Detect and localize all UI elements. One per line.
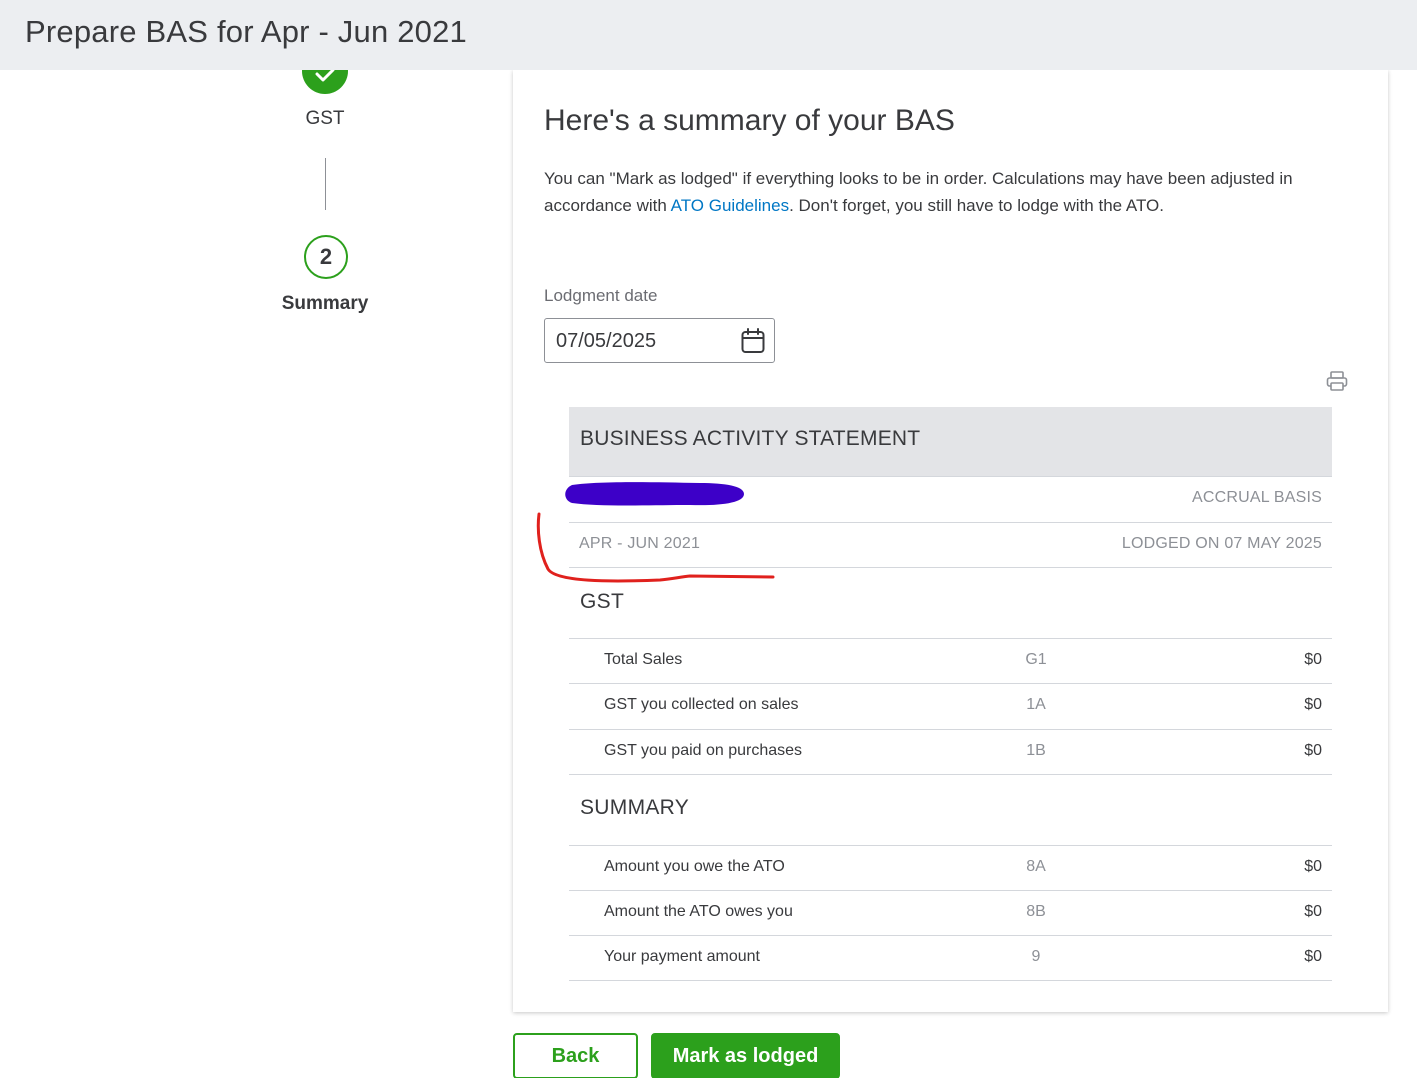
row-code: 9 [1031, 948, 1041, 965]
row-label: Your payment amount [604, 948, 760, 965]
bas-statement-header: BUSINESS ACTIVITY STATEMENT [569, 407, 1332, 476]
lodgment-date-field[interactable]: 07/05/2025 [544, 318, 775, 363]
ato-guidelines-link[interactable]: ATO Guidelines [671, 196, 789, 215]
summary-section-title: SUMMARY [580, 796, 690, 819]
statement-period: APR - JUN 2021 [579, 535, 701, 552]
row-label: GST you collected on sales [604, 696, 799, 713]
divider [569, 476, 1332, 477]
row-label: Amount the ATO owes you [604, 903, 793, 920]
divider [569, 729, 1332, 730]
row-code: G1 [1025, 651, 1047, 668]
divider [569, 522, 1332, 523]
divider [569, 774, 1332, 775]
step-connector-line [325, 158, 326, 210]
divider [569, 845, 1332, 846]
gst-section-title: GST [580, 590, 625, 613]
summary-heading: Here's a summary of your BAS [544, 104, 955, 137]
checkmark-icon [315, 70, 335, 82]
row-amount: $0 [1304, 742, 1322, 759]
divider [569, 638, 1332, 639]
row-amount: $0 [1304, 948, 1322, 965]
row-label: Amount you owe the ATO [604, 858, 785, 875]
accounting-basis: ACCRUAL BASIS [1191, 489, 1322, 506]
summary-intro-text: You can "Mark as lodged" if everything l… [544, 165, 1354, 219]
mark-as-lodged-button[interactable]: Mark as lodged [651, 1033, 840, 1078]
row-code: 1B [1026, 742, 1046, 759]
calendar-icon[interactable] [741, 328, 765, 354]
row-code: 8B [1026, 903, 1046, 920]
row-amount: $0 [1304, 903, 1322, 920]
row-label: GST you paid on purchases [604, 742, 803, 759]
page-header: Prepare BAS for Apr - Jun 2021 [0, 0, 1417, 70]
step-summary-number: 2 [304, 235, 348, 279]
divider [569, 890, 1332, 891]
step-gst-label[interactable]: GST [285, 108, 365, 130]
lodgment-date-value[interactable]: 07/05/2025 [556, 330, 656, 353]
print-icon[interactable] [1326, 370, 1348, 392]
divider [569, 683, 1332, 684]
row-label: Total Sales [604, 651, 683, 668]
back-button[interactable]: Back [513, 1033, 638, 1078]
bas-statement-title: BUSINESS ACTIVITY STATEMENT [580, 427, 921, 450]
intro-text-end: . Don't forget, you still have to lodge … [789, 196, 1165, 215]
page-title: Prepare BAS for Apr - Jun 2021 [25, 14, 467, 49]
lodgment-date-label: Lodgment date [544, 286, 658, 305]
divider [569, 567, 1332, 568]
divider [569, 980, 1332, 981]
row-amount: $0 [1304, 696, 1322, 713]
step-summary-label: Summary [281, 293, 369, 314]
lodged-on-date: LODGED ON 07 MAY 2025 [1121, 535, 1322, 552]
row-code: 1A [1026, 696, 1046, 713]
row-amount: $0 [1304, 651, 1322, 668]
divider [569, 935, 1332, 936]
row-amount: $0 [1304, 858, 1322, 875]
row-code: 8A [1026, 858, 1046, 875]
